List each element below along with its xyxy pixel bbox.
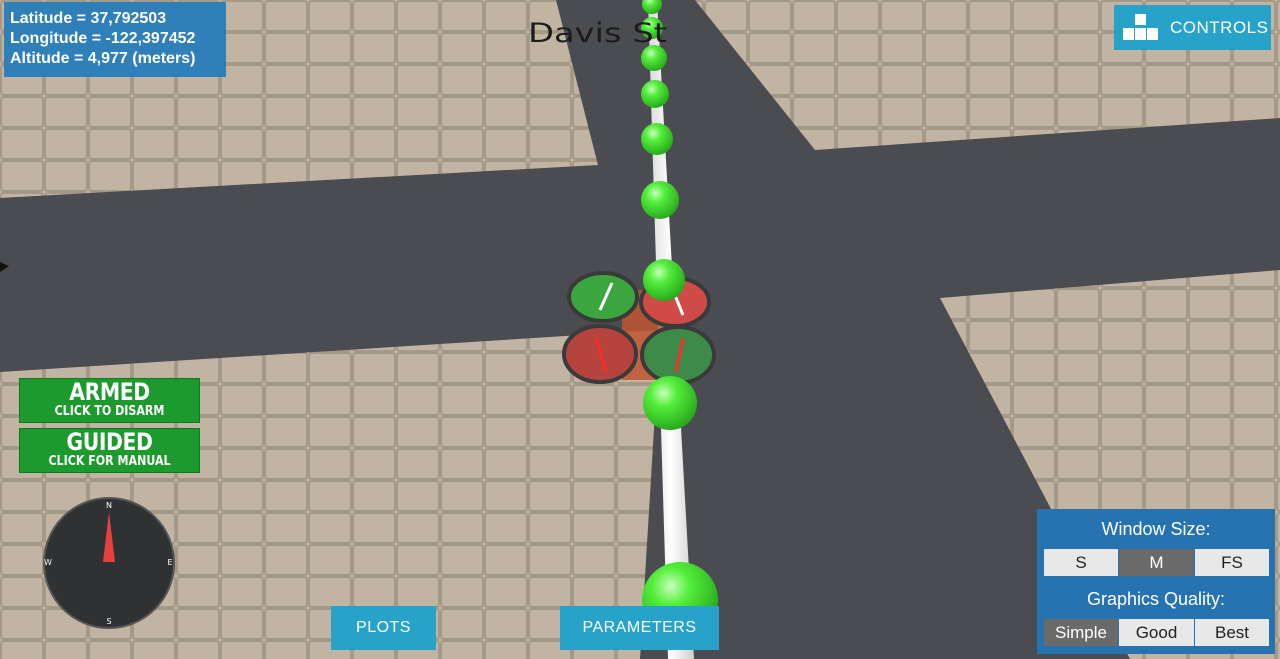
compass-n: N bbox=[106, 501, 112, 510]
armed-status-label: ARMED bbox=[69, 378, 150, 406]
waypoint-marker bbox=[641, 181, 679, 219]
window-size-m-button[interactable]: M bbox=[1119, 549, 1194, 576]
controls-button[interactable]: CONTROLS bbox=[1114, 5, 1271, 50]
waypoint-marker bbox=[641, 80, 669, 108]
graphics-quality-title: Graphics Quality: bbox=[1086, 589, 1226, 609]
controls-icon bbox=[1123, 13, 1158, 40]
controls-button-label: CONTROLS bbox=[1170, 17, 1269, 37]
armed-action-label: CLICK TO DISARM bbox=[54, 404, 165, 419]
compass-s: S bbox=[106, 617, 111, 626]
armed-toggle-button[interactable]: ARMED CLICK TO DISARM bbox=[19, 378, 200, 423]
guided-toggle-button[interactable]: GUIDED CLICK FOR MANUAL bbox=[19, 428, 200, 473]
longitude-readout: Longitude = -122,397452 bbox=[10, 30, 196, 47]
gps-readout: Latitude = 37,792503 Longitude = -122,39… bbox=[4, 2, 226, 77]
waypoint-marker bbox=[641, 123, 673, 155]
waypoint-marker bbox=[643, 376, 697, 430]
plots-button[interactable]: PLOTS bbox=[331, 606, 436, 650]
latitude-readout: Latitude = 37,792503 bbox=[10, 10, 167, 27]
street-name-label: Davis St bbox=[528, 18, 668, 49]
window-size-fs-button[interactable]: FS bbox=[1195, 549, 1269, 576]
parameters-button[interactable]: PARAMETERS bbox=[560, 606, 719, 650]
settings-panel: Window Size: S M FS Graphics Quality: Si… bbox=[1037, 509, 1275, 654]
window-size-title: Window Size: bbox=[1101, 519, 1211, 539]
compass: N S W E bbox=[43, 497, 175, 629]
waypoint-marker bbox=[643, 259, 685, 301]
altitude-readout: Altitude = 4,977 (meters) bbox=[10, 50, 196, 67]
guided-status-label: GUIDED bbox=[66, 428, 153, 456]
guided-action-label: CLICK FOR MANUAL bbox=[48, 454, 171, 469]
rotor-front-left bbox=[567, 271, 639, 323]
compass-e: E bbox=[167, 558, 172, 567]
graphics-simple-button[interactable]: Simple bbox=[1044, 619, 1118, 646]
graphics-best-button[interactable]: Best bbox=[1195, 619, 1269, 646]
graphics-good-button[interactable]: Good bbox=[1119, 619, 1194, 646]
compass-w: W bbox=[44, 558, 52, 567]
window-size-s-button[interactable]: S bbox=[1044, 549, 1118, 576]
